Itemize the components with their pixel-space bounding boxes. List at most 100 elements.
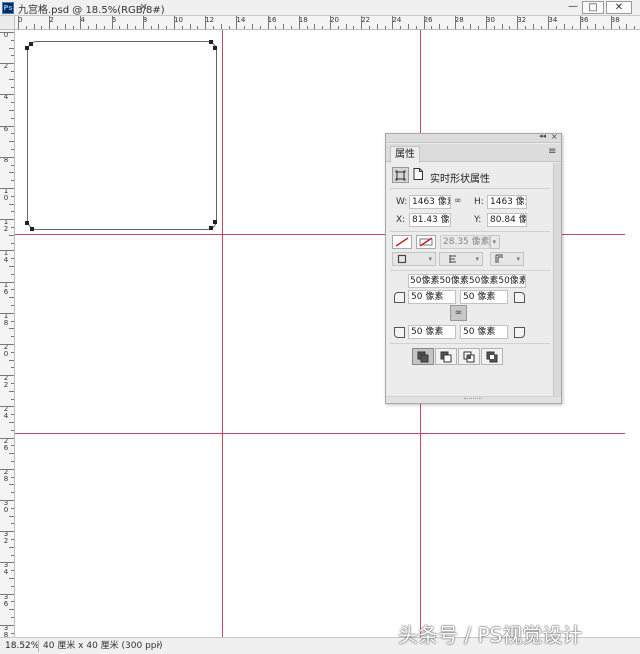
ruler-label: 24 xyxy=(392,16,402,24)
ruler-label: 34 xyxy=(3,561,9,577)
ruler-tick xyxy=(618,26,620,29)
stroke-width-dropdown[interactable]: ▾ xyxy=(490,235,500,249)
ruler-tick xyxy=(548,16,550,29)
ruler-tick xyxy=(11,320,14,322)
corner-top-left-field[interactable]: 50 像素 xyxy=(408,290,456,304)
stroke-width-field[interactable]: 28.35 像素 xyxy=(440,235,490,249)
anchor-point-bottom-left-2[interactable] xyxy=(30,227,34,231)
ruler-tick xyxy=(322,26,324,29)
corner-bottom-left-field[interactable]: 50 像素 xyxy=(408,325,456,339)
document-size-info[interactable]: 40 厘米 x 40 厘米 (300 ppi) xyxy=(38,640,163,652)
ruler-tick xyxy=(11,367,14,369)
title-bar: Ps 九宫格.psd @ 18.5%(RGB/8#) × — □ ✕ xyxy=(0,0,640,16)
stroke-align-dropdown[interactable]: ▾ xyxy=(439,252,483,266)
ruler-label: 12 xyxy=(3,218,9,234)
maximize-button[interactable]: □ xyxy=(582,1,604,14)
ruler-tick xyxy=(0,156,14,158)
ruler-tick xyxy=(0,562,14,564)
divider xyxy=(390,343,550,344)
path-subtract-button[interactable] xyxy=(435,348,457,365)
anchor-point-bottom-left[interactable] xyxy=(25,221,29,225)
ruler-tick xyxy=(9,297,14,299)
shape-properties-icon[interactable] xyxy=(392,167,409,183)
minimize-button[interactable]: — xyxy=(562,1,584,14)
panel-resize-grip[interactable] xyxy=(386,396,561,403)
ruler-tick xyxy=(298,16,300,29)
ruler-tick xyxy=(369,26,370,29)
status-menu-arrow-icon[interactable]: › xyxy=(157,640,161,650)
panel-header[interactable]: ◂◂ × xyxy=(386,132,561,143)
tab-close-icon[interactable]: × xyxy=(139,0,148,13)
document-icon[interactable] xyxy=(412,168,424,182)
ruler-tick xyxy=(150,26,152,29)
ruler-tick xyxy=(57,26,58,29)
anchor-point-bottom-right[interactable] xyxy=(209,226,213,230)
ruler-tick xyxy=(0,406,14,408)
ruler-tick xyxy=(127,24,129,29)
ruler-tick xyxy=(595,24,597,29)
ruler-tick xyxy=(174,16,175,29)
ruler-label: 28 xyxy=(454,16,464,24)
ruler-origin[interactable] xyxy=(0,16,15,30)
ruler-label: 16 xyxy=(3,280,9,296)
link-corner-radius-button[interactable]: ∞ xyxy=(450,305,467,321)
ruler-tick xyxy=(423,16,425,29)
ruler-tick xyxy=(11,289,14,291)
y-position-field[interactable]: 80.84 像素 xyxy=(487,213,527,227)
anchor-point-top-left[interactable] xyxy=(29,42,33,46)
x-position-field[interactable]: 81.43 像素 xyxy=(409,213,451,227)
ruler-label: 22 xyxy=(361,16,371,24)
path-exclude-button[interactable] xyxy=(481,348,503,365)
corner-bottom-right-icon xyxy=(514,327,525,338)
ruler-tick xyxy=(25,26,27,29)
ruler-tick xyxy=(11,305,14,306)
stroke-corner-dropdown[interactable]: ▾ xyxy=(490,252,524,266)
close-window-button[interactable]: ✕ xyxy=(606,1,632,14)
ruler-tick xyxy=(135,26,136,29)
stroke-type-dropdown[interactable]: ▾ xyxy=(392,252,436,266)
ruler-tick xyxy=(103,26,105,29)
horizontal-guide-2[interactable] xyxy=(15,433,625,434)
vertical-guide-1[interactable] xyxy=(222,30,223,637)
fill-color-swatch[interactable] xyxy=(392,235,412,249)
ruler-tick xyxy=(181,26,183,29)
stroke-color-swatch[interactable] xyxy=(416,235,436,249)
link-dimensions-icon[interactable]: ∞ xyxy=(454,196,462,206)
chevron-down-icon: ▾ xyxy=(428,255,432,263)
path-combine-button[interactable] xyxy=(412,348,434,365)
horizontal-ruler[interactable]: 0 2 4 6 8 10 12 14 16 18 20 22 24 26 28 30 32 34 36 38 xyxy=(15,16,640,30)
rounded-rectangle-shape[interactable] xyxy=(27,41,217,230)
ruler-tick xyxy=(610,16,612,29)
path-intersect-button[interactable] xyxy=(458,348,480,365)
ruler-tick xyxy=(11,429,14,431)
height-field[interactable]: 1463 像素 xyxy=(487,195,527,209)
ruler-tick xyxy=(189,24,191,29)
collapse-panel-icon[interactable]: ◂◂ xyxy=(539,132,546,140)
ruler-label: 34 xyxy=(548,16,558,24)
anchor-point-top-right[interactable] xyxy=(209,40,213,44)
corner-top-right-field[interactable]: 50 像素 xyxy=(460,290,508,304)
ruler-tick xyxy=(259,26,261,29)
ruler-tick xyxy=(376,24,378,29)
ruler-tick xyxy=(228,26,230,29)
ruler-tick xyxy=(9,390,14,392)
ruler-tick xyxy=(634,26,636,29)
close-panel-icon[interactable]: × xyxy=(551,132,558,141)
ruler-tick xyxy=(603,26,604,29)
vertical-ruler[interactable]: 02468101214161820222426283032343638 xyxy=(0,30,15,637)
tab-properties[interactable]: 属性 xyxy=(390,146,420,163)
anchor-point-top-right-2[interactable] xyxy=(213,46,217,50)
panel-scrollbar[interactable] xyxy=(553,163,561,403)
panel-menu-icon[interactable]: ≡ xyxy=(548,146,556,157)
ruler-tick xyxy=(517,16,519,29)
panel-tab-row: 属性 ≡ xyxy=(386,144,561,163)
ruler-label: 32 xyxy=(517,16,527,24)
anchor-point-top-left-2[interactable] xyxy=(25,46,29,50)
zoom-level[interactable]: 18.52% xyxy=(5,641,39,651)
anchor-point-bottom-right-2[interactable] xyxy=(213,220,217,224)
corner-bottom-right-field[interactable]: 50 像素 xyxy=(460,325,508,339)
ruler-tick xyxy=(158,24,160,29)
width-field[interactable]: 1463 像素 xyxy=(409,195,451,209)
all-corners-radius-field[interactable]: 50像素50像素50像素50像素 xyxy=(408,274,526,288)
chevron-down-icon: ▾ xyxy=(492,238,496,246)
